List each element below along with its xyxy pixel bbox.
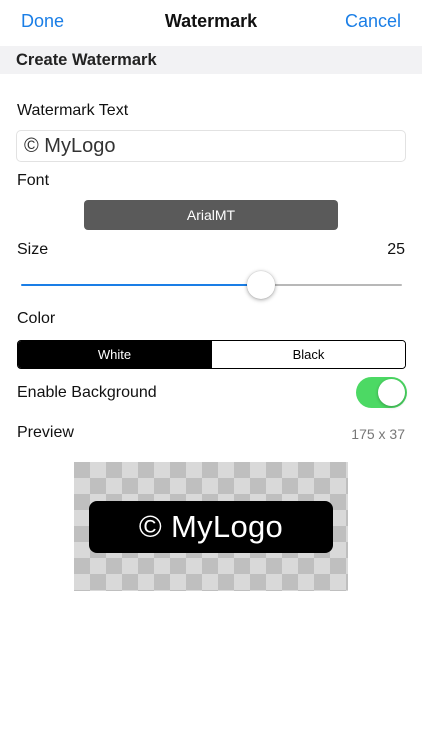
- color-label: Color: [17, 310, 56, 327]
- navigation-bar: Done Watermark Cancel: [0, 0, 422, 46]
- size-label: Size: [17, 241, 49, 258]
- preview-canvas: © MyLogo: [74, 462, 348, 591]
- slider-track-filled: [21, 284, 261, 286]
- font-label: Font: [17, 172, 50, 189]
- size-slider[interactable]: [21, 270, 402, 300]
- preview-label: Preview: [17, 424, 74, 441]
- cancel-button[interactable]: Cancel: [345, 11, 401, 32]
- watermark-text-input[interactable]: [16, 130, 406, 162]
- color-option-black[interactable]: Black: [211, 341, 405, 368]
- done-button[interactable]: Done: [21, 11, 64, 32]
- toggle-knob: [378, 379, 405, 406]
- preview-dimensions: 175 x 37: [351, 426, 405, 442]
- section-title: Create Watermark: [16, 51, 157, 69]
- slider-track-empty: [261, 284, 402, 286]
- color-segmented-control: White Black: [17, 340, 406, 369]
- watermark-preview: © MyLogo: [89, 501, 333, 553]
- section-header: Create Watermark: [0, 46, 422, 74]
- slider-thumb[interactable]: [247, 271, 275, 299]
- color-option-white[interactable]: White: [18, 341, 211, 368]
- enable-background-toggle[interactable]: [356, 377, 407, 408]
- enable-background-label: Enable Background: [17, 384, 157, 401]
- watermark-text-label: Watermark Text: [17, 102, 129, 119]
- font-select-button[interactable]: ArialMT: [84, 200, 338, 230]
- size-value: 25: [387, 241, 405, 258]
